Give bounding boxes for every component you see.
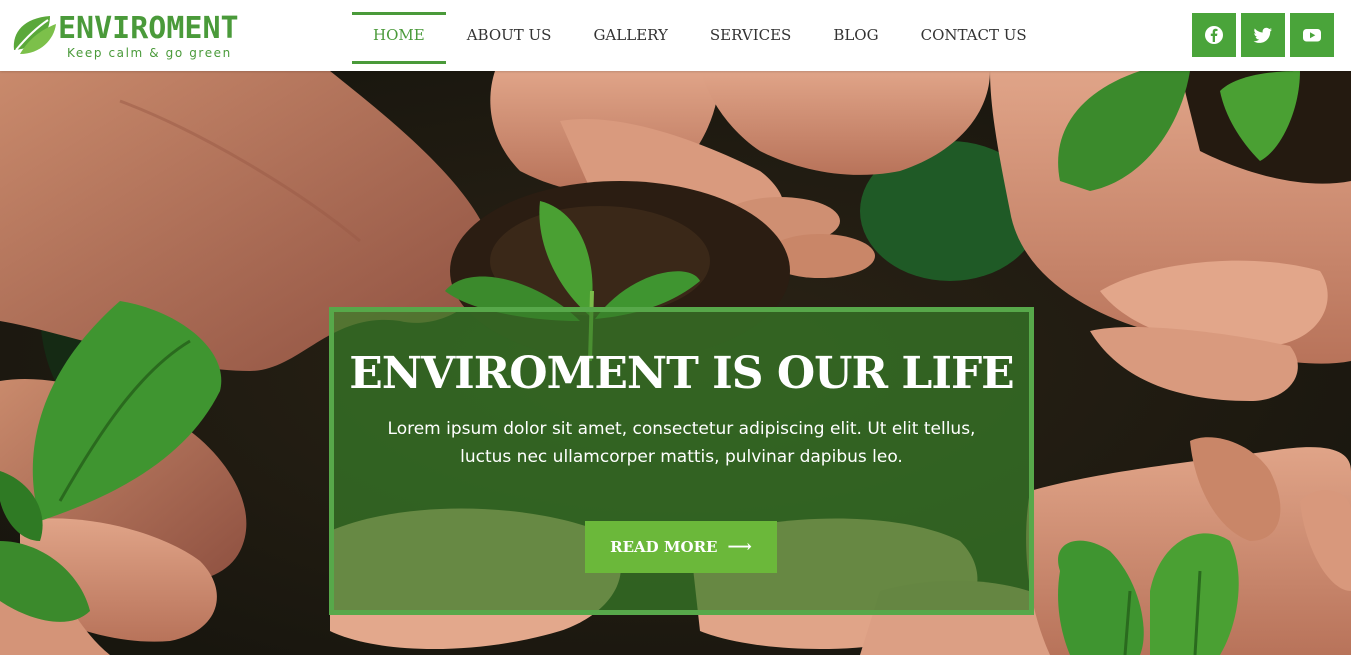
nav-blog[interactable]: BLOG bbox=[812, 12, 899, 58]
facebook-button[interactable] bbox=[1192, 13, 1236, 57]
hero-overlay-box: ENVIROMENT IS OUR LIFE Lorem ipsum dolor… bbox=[329, 307, 1034, 615]
brand-tagline: Keep calm & go green bbox=[67, 46, 232, 60]
brand-name: ENVIROMENT bbox=[58, 11, 239, 46]
hero-section: ENVIROMENT IS OUR LIFE Lorem ipsum dolor… bbox=[0, 71, 1351, 655]
nav-home[interactable]: HOME bbox=[352, 12, 446, 64]
social-links bbox=[1192, 13, 1334, 57]
hero-subtext: Lorem ipsum dolor sit amet, consectetur … bbox=[387, 419, 976, 467]
main-nav: HOME ABOUT US GALLERY SERVICES BLOG CONT… bbox=[352, 12, 1048, 64]
arrow-right-icon: ⟶ bbox=[727, 537, 752, 557]
nav-services[interactable]: SERVICES bbox=[689, 12, 812, 58]
read-more-button[interactable]: READ MORE ⟶ bbox=[585, 521, 777, 573]
hero-headline: ENVIROMENT IS OUR LIFE bbox=[349, 348, 1014, 399]
nav-gallery[interactable]: GALLERY bbox=[572, 12, 688, 58]
youtube-button[interactable] bbox=[1290, 13, 1334, 57]
read-more-label: READ MORE bbox=[610, 538, 718, 556]
logo[interactable]: ENVIROMENT Keep calm & go green bbox=[10, 10, 260, 62]
nav-about-us[interactable]: ABOUT US bbox=[446, 12, 573, 58]
twitter-icon bbox=[1253, 27, 1272, 43]
leaf-icon bbox=[13, 16, 56, 54]
youtube-icon bbox=[1303, 29, 1321, 42]
site-header: ENVIROMENT Keep calm & go green HOME ABO… bbox=[0, 0, 1351, 71]
facebook-icon bbox=[1205, 26, 1223, 44]
nav-contact-us[interactable]: CONTACT US bbox=[900, 12, 1048, 58]
twitter-button[interactable] bbox=[1241, 13, 1285, 57]
